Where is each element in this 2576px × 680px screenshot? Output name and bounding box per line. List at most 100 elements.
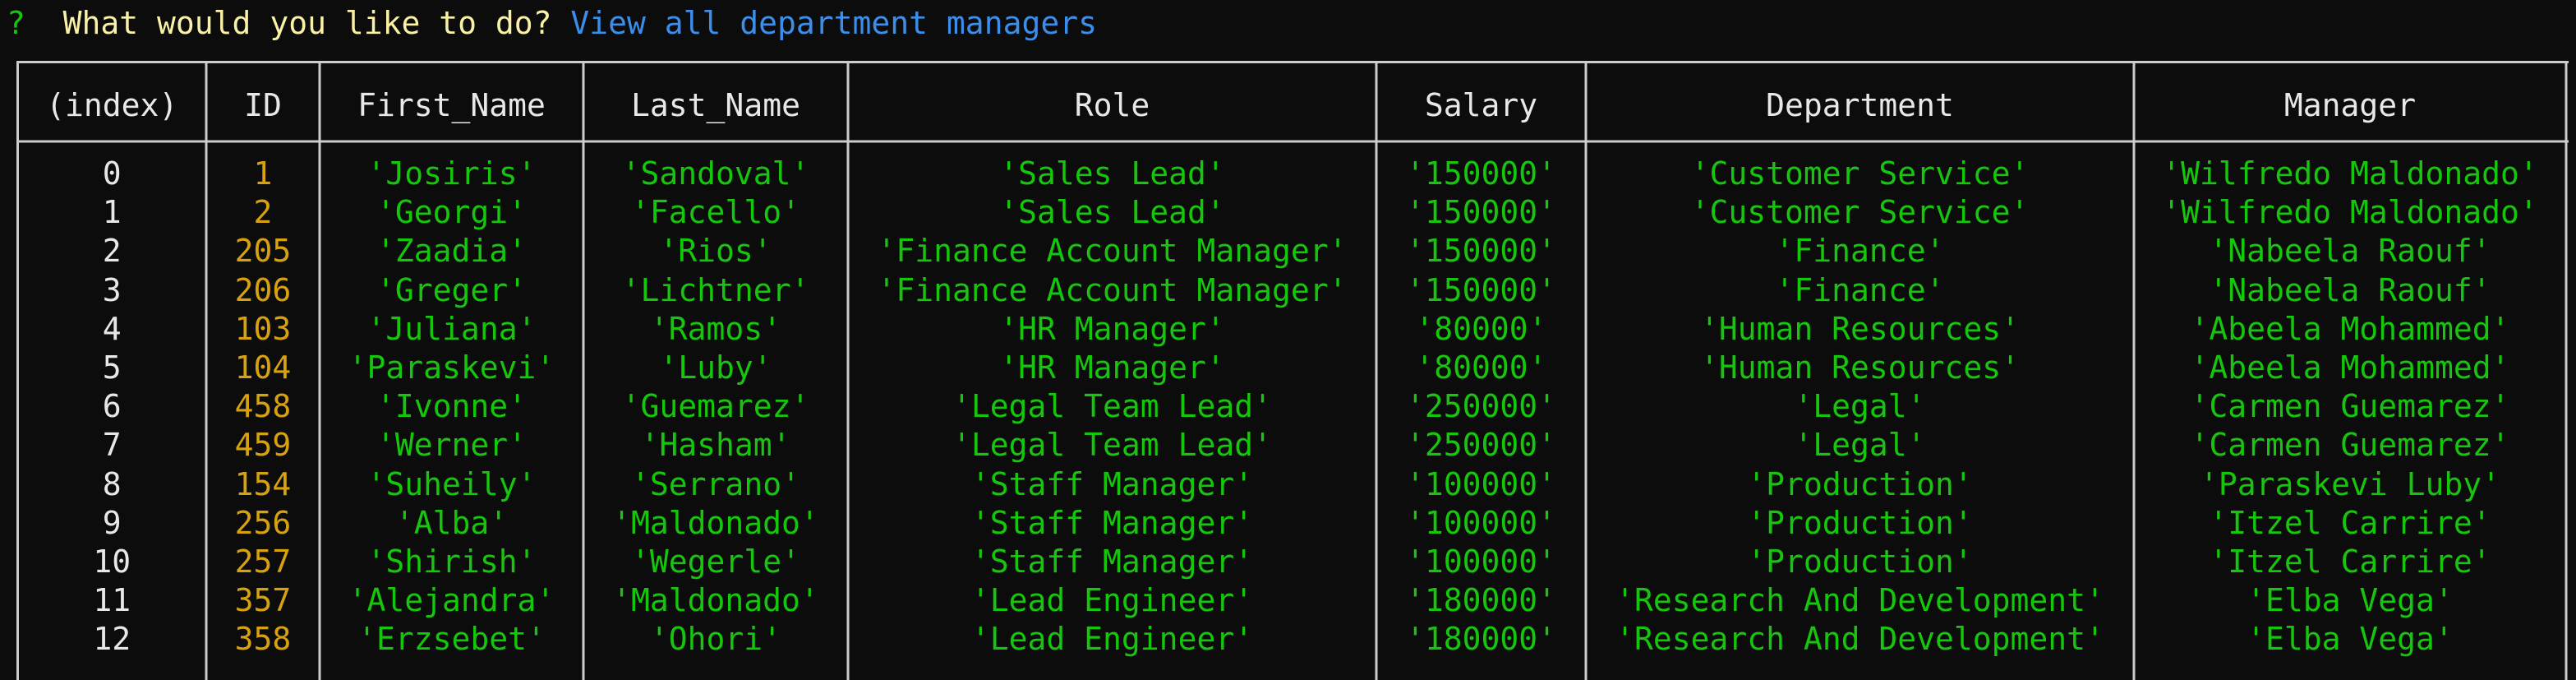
cell-manager: 'Paraskevi Luby': [2199, 465, 2501, 502]
header-role: Role: [1074, 87, 1150, 123]
cell-last-name: 'Wegerle': [631, 544, 800, 580]
cell-last-name: 'Luby': [659, 349, 772, 386]
cell-department: 'Legal': [1794, 427, 1926, 464]
cell-last-name: 'Guemarez': [621, 388, 810, 425]
cell-role: 'HR Manager': [999, 310, 1225, 347]
cell-id: 458: [234, 388, 292, 425]
header-last-name: Last_Name: [631, 87, 800, 123]
cell-department: 'Human Resources': [1700, 349, 2020, 386]
cell-manager: 'Carmen Guemarez': [2190, 427, 2510, 464]
cell-id: 206: [234, 271, 292, 308]
cell-salary: '150000': [1405, 233, 1557, 270]
cell-salary: '150000': [1405, 194, 1557, 231]
cell-first-name: 'Ivonne': [376, 388, 528, 425]
header-first-name: First_Name: [357, 87, 546, 123]
cell-manager: 'Itzel Carrire': [2209, 544, 2491, 580]
cell-manager: 'Elba Vega': [2247, 621, 2454, 658]
cell-department: 'Production': [1747, 544, 1973, 580]
cell-index: 6: [102, 388, 122, 425]
cell-manager: 'Nabeela Raouf': [2209, 271, 2491, 308]
cell-index: 2: [102, 233, 122, 270]
cell-index: 8: [102, 465, 122, 502]
cell-salary: '250000': [1405, 388, 1557, 425]
prompt-question-mark: ?: [7, 5, 25, 41]
cell-first-name: 'Suheily': [366, 465, 537, 502]
cell-index: 5: [102, 349, 122, 386]
cell-first-name: 'Josiris': [366, 155, 537, 192]
cell-department: 'Finance': [1775, 233, 1945, 270]
cell-salary: '150000': [1405, 155, 1557, 192]
cell-manager: 'Carmen Guemarez': [2190, 388, 2510, 425]
cell-salary: '100000': [1405, 544, 1557, 580]
cell-last-name: 'Lichtner': [621, 271, 810, 308]
cell-index: 0: [102, 155, 122, 192]
cell-department: 'Production': [1747, 504, 1973, 541]
cell-id: 459: [234, 427, 292, 464]
cell-manager: 'Abeela Mohammed': [2190, 310, 2510, 347]
cell-last-name: 'Rios': [659, 233, 772, 270]
cell-manager: 'Elba Vega': [2247, 582, 2454, 619]
cell-last-name: 'Ohori': [649, 621, 782, 658]
header-department: Department: [1766, 87, 1954, 123]
cell-last-name: 'Hasham': [640, 427, 791, 464]
cell-department: 'Human Resources': [1700, 310, 2020, 347]
cell-role: 'Finance Account Manager': [877, 233, 1348, 270]
header-salary: Salary: [1424, 87, 1538, 123]
cell-role: 'Staff Manager': [970, 504, 1254, 541]
cell-id: 1: [253, 155, 273, 192]
cell-id: 357: [234, 582, 292, 619]
cell-role: 'Lead Engineer': [970, 621, 1254, 658]
cell-manager: 'Nabeela Raouf': [2209, 233, 2491, 270]
cell-department: 'Research And Development': [1615, 582, 2104, 619]
cell-index: 3: [102, 271, 122, 308]
cell-salary: '180000': [1405, 621, 1557, 658]
header-manager: Manager: [2283, 87, 2417, 123]
cell-first-name: 'Georgi': [376, 194, 528, 231]
cell-role: 'Legal Team Lead': [952, 427, 1272, 464]
cell-department: 'Legal': [1794, 388, 1926, 425]
cell-last-name: 'Maldonado': [612, 504, 819, 541]
cell-first-name: 'Zaadia': [376, 233, 528, 270]
cell-first-name: 'Erzsebet': [357, 621, 546, 658]
cell-last-name: 'Ramos': [649, 310, 782, 347]
cell-salary: '80000': [1415, 349, 1547, 386]
header-index: (index): [46, 87, 178, 123]
cell-salary: '100000': [1405, 504, 1557, 541]
cell-first-name: 'Paraskevi': [348, 349, 555, 386]
cell-id: 2: [253, 194, 273, 231]
cell-last-name: 'Serrano': [631, 465, 800, 502]
cell-first-name: 'Alejandra': [348, 582, 555, 619]
cell-department: 'Finance': [1775, 271, 1945, 308]
cell-first-name: 'Shirish': [366, 544, 537, 580]
header-id: ID: [244, 87, 282, 123]
cell-department: 'Production': [1747, 465, 1973, 502]
cell-index: 10: [93, 544, 131, 580]
cell-index: 12: [93, 621, 131, 658]
cell-id: 257: [234, 544, 292, 580]
cell-id: 358: [234, 621, 292, 658]
cell-first-name: 'Werner': [376, 427, 528, 464]
cell-role: 'Sales Lead': [999, 155, 1225, 192]
cell-role: 'HR Manager': [999, 349, 1225, 386]
cell-last-name: 'Maldonado': [612, 582, 819, 619]
cell-salary: '80000': [1415, 310, 1547, 347]
cell-id: 103: [234, 310, 292, 347]
prompt-question: What would you like to do?: [62, 5, 552, 41]
cell-last-name: 'Sandoval': [621, 155, 810, 192]
cell-role: 'Staff Manager': [970, 544, 1254, 580]
cell-manager: 'Wilfredo Maldonado': [2162, 194, 2538, 231]
cell-salary: '100000': [1405, 465, 1557, 502]
cell-manager: 'Itzel Carrire': [2209, 504, 2491, 541]
cell-department: 'Research And Development': [1615, 621, 2104, 658]
inquirer-prompt: ? What would you like to do? View all de…: [7, 0, 1097, 46]
cell-salary: '180000': [1405, 582, 1557, 619]
cell-role: 'Sales Lead': [999, 194, 1225, 231]
cell-role: 'Staff Manager': [970, 465, 1254, 502]
cell-role: 'Legal Team Lead': [952, 388, 1272, 425]
cell-salary: '250000': [1405, 427, 1557, 464]
cell-index: 7: [102, 427, 122, 464]
cell-id: 104: [234, 349, 292, 386]
cell-index: 11: [93, 582, 131, 619]
cell-department: 'Customer Service': [1690, 155, 2030, 192]
cell-last-name: 'Facello': [631, 194, 800, 231]
